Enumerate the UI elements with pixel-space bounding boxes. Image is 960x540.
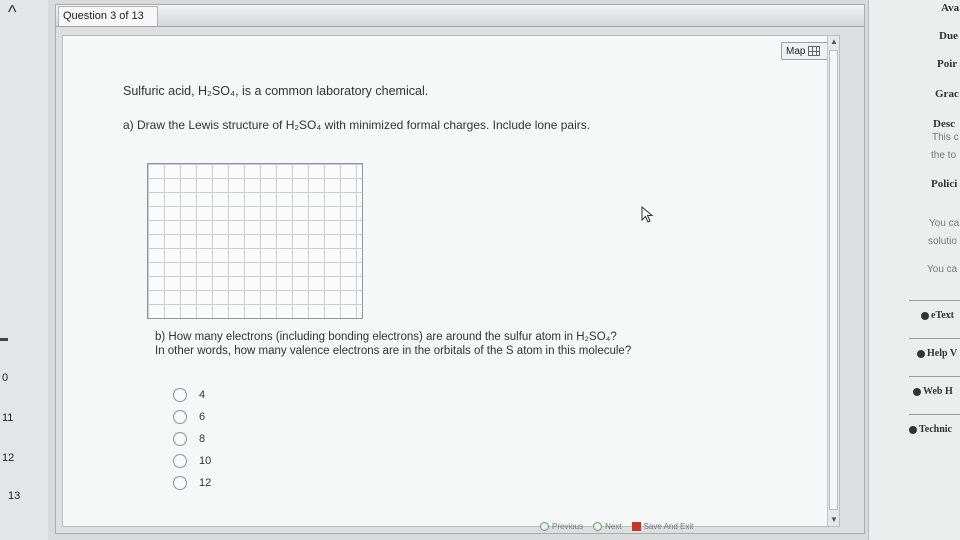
web-label: Web H (923, 386, 953, 397)
question-footer: Previous Next Save And Exit (540, 522, 693, 531)
answer-option[interactable]: 4 (173, 384, 211, 406)
option-label: 8 (199, 433, 206, 445)
save-icon (631, 522, 641, 531)
answer-option[interactable]: 6 (173, 406, 211, 428)
web-link[interactable]: Web H (913, 386, 953, 397)
help-label: Help V (927, 348, 958, 359)
technical-icon (909, 425, 917, 434)
scroll-down-icon[interactable]: ▼ (828, 514, 840, 526)
previous-label: Previous (552, 522, 584, 531)
next-button[interactable]: Next (593, 522, 622, 531)
question-nav: ^ 0 11 12 13 (0, 0, 48, 540)
policy-text: solutio (928, 236, 957, 247)
technical-label: Technic (919, 424, 952, 435)
description-label: Desc (933, 118, 955, 130)
next-label: Next (605, 522, 622, 531)
part-b-line-2: In other words, how many valence electro… (155, 345, 632, 357)
question-nav-item[interactable]: 11 (2, 412, 13, 424)
next-icon (593, 522, 603, 531)
scrollbar-thumb[interactable] (829, 50, 838, 510)
divider (909, 376, 960, 377)
save-exit-button[interactable]: Save And Exit (631, 522, 694, 531)
answer-option[interactable]: 12 (173, 472, 211, 494)
scroll-up-icon[interactable]: ▲ (828, 36, 840, 48)
radio-button[interactable] (173, 388, 187, 402)
etext-icon (921, 311, 929, 320)
policies-label: Polici (931, 178, 958, 190)
previous-icon (540, 522, 549, 531)
web-icon (913, 387, 921, 396)
question-content: Map Sulfuric acid, H₂SO₄, is a common la… (62, 35, 840, 527)
points-label: Poir (937, 58, 958, 70)
due-label: Due (939, 30, 958, 42)
map-grid-icon (808, 46, 821, 56)
help-icon (917, 349, 925, 358)
option-label: 10 (199, 455, 212, 467)
nav-marker (0, 338, 8, 341)
radio-button[interactable] (173, 432, 187, 446)
answer-option[interactable]: 10 (173, 450, 211, 472)
window-titlebar: Question 3 of 13 (56, 5, 864, 27)
option-label: 4 (199, 389, 206, 401)
map-button-label: Map (786, 45, 806, 57)
available-label: Ava (941, 2, 960, 14)
policy-text: You ca (927, 264, 958, 275)
description-text: This c (932, 132, 959, 143)
radio-button[interactable] (173, 454, 187, 468)
question-tab[interactable]: Question 3 of 13 (58, 6, 158, 26)
question-nav-item[interactable]: 12 (2, 452, 14, 464)
mouse-cursor-icon (641, 206, 654, 223)
part-a-prompt: a) Draw the Lewis structure of H₂SO₄ wit… (123, 118, 591, 132)
divider (909, 300, 960, 301)
answer-options: 4 6 8 10 12 (173, 384, 211, 494)
help-link[interactable]: Help V (917, 348, 957, 359)
question-intro: Sulfuric acid, H₂SO₄, is a common labora… (123, 84, 429, 98)
map-button[interactable]: Map (781, 42, 831, 60)
assignment-info-panel: Ava Due Poir Grac Desc This c the to Pol… (868, 0, 960, 540)
question-nav-item[interactable]: 0 (2, 372, 8, 384)
grade-label: Grac (935, 88, 959, 100)
option-label: 6 (199, 411, 206, 423)
etext-label: eText (931, 310, 954, 321)
part-b-prompt: b) How many electrons (including bonding… (155, 330, 631, 358)
save-exit-label: Save And Exit (643, 522, 694, 531)
question-window: Question 3 of 13 Map Sulfuric acid, H₂SO… (55, 4, 865, 534)
divider (909, 414, 960, 415)
etext-link[interactable]: eText (921, 310, 954, 321)
description-text: the to (931, 150, 957, 161)
radio-button[interactable] (173, 410, 187, 424)
part-b-line-1: b) How many electrons (including bonding… (155, 331, 617, 343)
technical-link[interactable]: Technic (909, 424, 952, 435)
divider (909, 338, 960, 339)
vertical-scrollbar[interactable]: ▲ ▼ (827, 36, 839, 526)
radio-button[interactable] (173, 476, 187, 490)
lewis-drawing-canvas[interactable] (147, 163, 363, 319)
question-nav-item[interactable]: 13 (8, 490, 20, 502)
answer-option[interactable]: 8 (173, 428, 211, 450)
policy-text: You ca (929, 218, 960, 229)
previous-button[interactable]: Previous (540, 522, 583, 531)
option-label: 12 (199, 477, 212, 489)
chevron-up-icon[interactable]: ^ (8, 2, 16, 23)
